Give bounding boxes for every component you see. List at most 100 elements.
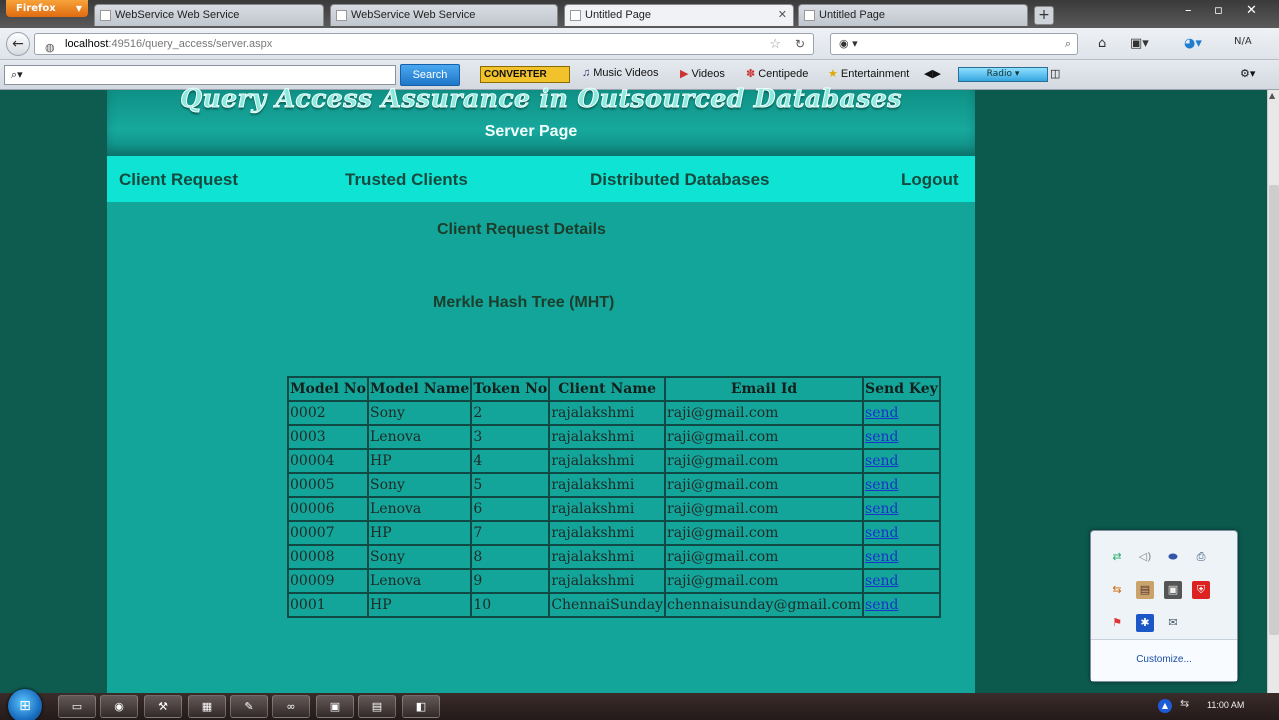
printer-icon[interactable]: ⎙ <box>1192 548 1210 566</box>
maximize-icon[interactable]: ▫ <box>1214 3 1223 18</box>
speaker-icon[interactable]: ◫ <box>1050 67 1060 80</box>
explorer-taskbar-icon[interactable]: ▭ <box>58 695 96 718</box>
send-link[interactable]: send <box>865 405 898 421</box>
flag-icon[interactable]: ⚑ <box>1108 614 1126 632</box>
app-tray-icon[interactable]: ▣ <box>1164 581 1182 599</box>
token-no-cell: 2 <box>470 400 551 426</box>
tab-title: WebService Web Service <box>115 9 240 21</box>
menu-distributed-databases[interactable]: Distributed Databases <box>590 170 770 190</box>
scrollbar-thumb[interactable] <box>1269 185 1279 635</box>
email-cell: raji@gmail.com <box>664 400 865 426</box>
search-icon[interactable]: ⌕ <box>1065 34 1071 54</box>
reload-icon[interactable]: ↻ <box>795 34 805 54</box>
toolbar-search-button[interactable]: Search <box>400 64 460 86</box>
media-controls-icon[interactable]: ◀▶ <box>924 67 941 80</box>
toolbar-link-label: Centipede <box>758 68 809 80</box>
minimize-icon[interactable]: – <box>1185 3 1192 18</box>
volume-icon[interactable]: ◁) <box>1136 548 1154 566</box>
model-no-cell: 0002 <box>287 400 369 426</box>
sync-icon[interactable]: ⇆ <box>1108 581 1126 599</box>
addon-icon[interactable]: ◕▾ <box>1184 36 1202 51</box>
table-row: 0003 Lenova 3 rajalakshmi raji@gmail.com send <box>287 424 941 450</box>
send-link[interactable]: send <box>865 549 898 565</box>
browser-tab[interactable]: WebService Web Service <box>94 4 324 26</box>
send-link[interactable]: send <box>865 453 898 469</box>
antivirus-icon[interactable]: ⛨ <box>1192 581 1210 599</box>
network-icon[interactable]: ⇆ <box>1180 697 1189 710</box>
send-link[interactable]: send <box>865 597 898 613</box>
back-button[interactable]: ← <box>6 32 30 56</box>
tray-expand-icon[interactable]: ▲ <box>1158 699 1172 713</box>
toolbar-link-music-videos[interactable]: ♫ Music Videos <box>582 67 658 79</box>
column-header: Send Key <box>862 376 941 402</box>
toolbar-link-centipede[interactable]: ✽ Centipede <box>746 67 808 80</box>
firefox-menu-button[interactable]: Firefox ▼ <box>6 0 88 17</box>
window-taskbar-icon[interactable]: ▣ <box>316 695 354 718</box>
converter-button[interactable]: CONVERTER <box>480 66 570 83</box>
bluetooth-icon[interactable]: ✱ <box>1136 614 1154 632</box>
client-name-cell: rajalakshmi <box>548 496 667 522</box>
model-no-cell: 00007 <box>287 520 369 546</box>
model-no-cell: 00005 <box>287 472 369 498</box>
send-link[interactable]: send <box>865 477 898 493</box>
model-name-cell: HP <box>366 448 473 474</box>
paint-taskbar-icon[interactable]: ✎ <box>230 695 268 718</box>
mht-label: Merkle Hash Tree (MHT) <box>433 294 615 311</box>
browser-tab[interactable]: Untitled Page <box>798 4 1028 26</box>
menu-logout[interactable]: Logout <box>901 170 959 190</box>
new-tab-button[interactable]: + <box>1034 6 1054 25</box>
client-request-table: Model No Model Name Token No Client Name… <box>287 376 941 618</box>
start-button[interactable]: ⊞ <box>8 689 42 720</box>
send-link[interactable]: send <box>865 501 898 517</box>
radio-dropdown[interactable]: Radio ▾ <box>958 67 1048 82</box>
tools-icon[interactable]: ⚙▾ <box>1240 67 1255 80</box>
toolbar-link-label: Entertainment <box>840 68 910 80</box>
zoom-text: N/A <box>1234 36 1252 47</box>
client-name-cell: rajalakshmi <box>548 472 667 498</box>
toolbar-link-videos[interactable]: ▶ Videos <box>680 67 725 80</box>
app-taskbar-icon[interactable]: ▦ <box>188 695 226 718</box>
music-icon: ♫ <box>582 67 591 79</box>
send-link[interactable]: send <box>865 525 898 541</box>
column-header: Model Name <box>366 376 473 402</box>
close-window-icon[interactable]: ✕ <box>1246 3 1257 18</box>
globe-icon: ◍ <box>45 42 55 54</box>
vs-taskbar-icon[interactable]: ∞ <box>272 695 310 718</box>
close-icon[interactable]: ✕ <box>778 5 787 25</box>
usb-icon[interactable]: ⬬ <box>1164 548 1182 566</box>
network-tray-icon[interactable]: ⇄ <box>1108 548 1126 566</box>
send-link[interactable]: send <box>865 429 898 445</box>
menu-client-request[interactable]: Client Request <box>119 170 238 190</box>
send-key-cell: send <box>862 520 941 546</box>
firefox-taskbar-icon[interactable]: ◉ <box>100 695 138 718</box>
scroll-up-icon[interactable]: ▲ <box>1269 91 1275 100</box>
browser-tab-active[interactable]: Untitled Page ✕ <box>564 4 794 26</box>
archive-icon[interactable]: ▤ <box>1136 581 1154 599</box>
toolbar-search-input[interactable]: ⌕▾ <box>4 65 396 85</box>
send-key-cell: send <box>862 472 941 498</box>
home-icon[interactable]: ⌂ <box>1098 36 1106 51</box>
url-bar[interactable]: ◍ localhost:49516/query_access/server.as… <box>34 33 814 55</box>
browser-search-box[interactable]: ◉ ▾ ⌕ <box>830 33 1078 55</box>
model-no-cell: 0003 <box>287 424 369 450</box>
chat-icon[interactable]: ✉ <box>1164 614 1182 632</box>
menu-trusted-clients[interactable]: Trusted Clients <box>345 170 468 190</box>
notepad-taskbar-icon[interactable]: ▤ <box>358 695 396 718</box>
search-engine-icon: ◉ ▾ <box>839 37 858 50</box>
send-key-cell: send <box>862 544 941 570</box>
page-icon <box>570 10 581 21</box>
browser-tab[interactable]: WebService Web Service <box>330 4 558 26</box>
model-no-cell: 00008 <box>287 544 369 570</box>
search-icon: ⌕▾ <box>11 68 23 81</box>
tools-taskbar-icon[interactable]: ⚒ <box>144 695 182 718</box>
model-name-cell: Sony <box>366 400 473 426</box>
send-link[interactable]: send <box>865 573 898 589</box>
bookmarks-icon[interactable]: ▣▾ <box>1130 36 1149 51</box>
toolbar-link-entertainment[interactable]: ★ Entertainment <box>828 67 909 80</box>
bookmark-star-icon[interactable]: ☆ <box>769 34 781 54</box>
taskbar-clock[interactable]: 11:00 AM <box>1207 700 1244 710</box>
page-scrollbar[interactable]: ▲ <box>1267 90 1279 693</box>
email-cell: chennaisunday@gmail.com <box>664 592 865 618</box>
customize-link[interactable]: Customize... <box>1091 639 1237 681</box>
program-taskbar-icon[interactable]: ◧ <box>402 695 440 718</box>
